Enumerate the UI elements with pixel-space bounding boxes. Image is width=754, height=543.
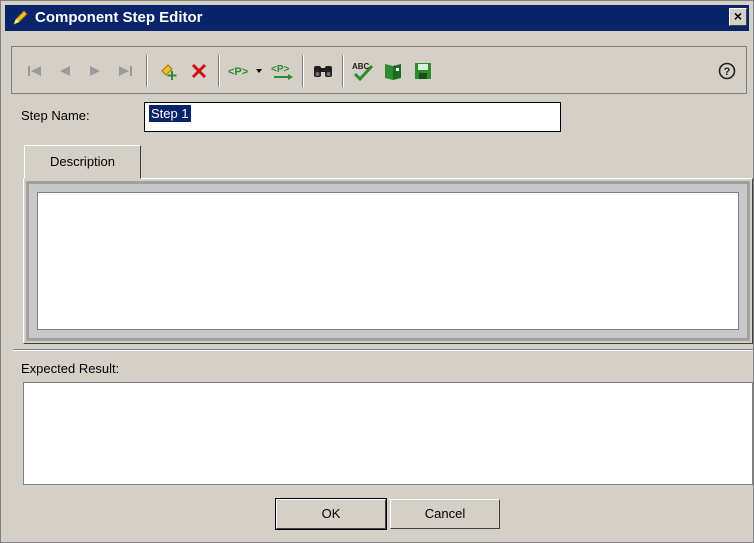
thesaurus-icon[interactable] — [380, 58, 406, 84]
step-name-value: Step 1 — [149, 105, 191, 122]
svg-text:<P>: <P> — [228, 66, 248, 78]
toolbar-separator — [218, 55, 220, 87]
description-panel-frame — [26, 181, 750, 341]
window-title: Component Step Editor — [35, 9, 203, 26]
insert-parameter-icon[interactable]: <P> — [226, 58, 266, 84]
delete-step-icon[interactable] — [186, 58, 212, 84]
expected-result-textarea[interactable] — [23, 382, 753, 485]
svg-text:?: ? — [724, 66, 731, 78]
dialog-window: Component Step Editor × <P> <P> ABC ? St… — [0, 0, 754, 543]
description-panel — [23, 178, 753, 344]
toolbar-separator — [146, 55, 148, 87]
svg-text:<P>: <P> — [271, 64, 290, 75]
last-record-icon[interactable] — [112, 58, 138, 84]
parameter-next-icon[interactable]: <P> — [270, 58, 296, 84]
previous-record-icon[interactable] — [52, 58, 78, 84]
cancel-button-label: Cancel — [424, 506, 466, 521]
tab-description[interactable]: Description — [24, 145, 141, 179]
pencil-icon — [11, 9, 29, 27]
section-divider — [13, 349, 753, 351]
first-record-icon[interactable] — [22, 58, 48, 84]
spell-check-icon[interactable]: ABC — [350, 58, 376, 84]
expected-result-label: Expected Result: — [21, 361, 120, 376]
tab-description-label: Description — [49, 154, 116, 169]
step-name-field[interactable]: Step 1 — [144, 102, 561, 132]
ok-button[interactable]: OK — [275, 498, 387, 530]
title-bar[interactable]: Component Step Editor × — [5, 5, 749, 31]
save-icon[interactable] — [410, 58, 436, 84]
find-icon[interactable] — [310, 58, 336, 84]
next-record-icon[interactable] — [82, 58, 108, 84]
close-button[interactable]: × — [729, 8, 747, 26]
help-icon[interactable]: ? — [714, 58, 740, 84]
close-icon: × — [733, 8, 743, 24]
step-name-label: Step Name: — [21, 108, 90, 123]
cancel-button[interactable]: Cancel — [390, 499, 500, 529]
description-textarea[interactable] — [37, 192, 739, 330]
parameter-dropdown-icon — [256, 69, 262, 73]
add-step-icon[interactable] — [156, 58, 182, 84]
toolbar: <P> <P> ABC ? — [11, 46, 747, 94]
ok-button-label: OK — [321, 506, 341, 521]
toolbar-separator — [302, 55, 304, 87]
toolbar-separator — [342, 55, 344, 87]
